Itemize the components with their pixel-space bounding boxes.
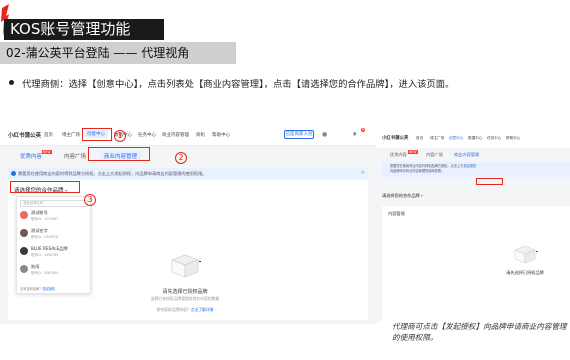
notice-banner: 需要您在使用商业内容时得到品牌方授权。点击上方发起授权，向品牌申请商业内容管理的… <box>8 168 368 179</box>
dropdown-footer-text: 没有找到品牌？ <box>20 287 43 291</box>
help-prefix: 如何获取品牌授权？ <box>156 307 191 312</box>
left-screenshot: 小红书蒲公英 首页 博主广场 创意中心 数据中心 任务中心 商业内容管理 商机 … <box>0 124 376 324</box>
top-nav-2: 小红书蒲公英 首页 博主广场 创意中心 数据中心 任务中心 帮助中心 <box>376 130 570 148</box>
nav-item-business-content[interactable]: 商业内容管理 <box>162 132 189 138</box>
tab-excellent-content[interactable]: 优秀内容 <box>20 152 42 160</box>
brand-dropdown: 搜索品牌名称 测试账号 账号ID：1234567 测试名字 账号ID：23456… <box>16 196 91 294</box>
chevron-down-icon: ▾ <box>419 194 423 198</box>
callout-3: 3 <box>84 194 96 206</box>
slide-subtitle: 02-蒲公英平台登陆 —— 代理视角 <box>0 42 236 64</box>
nav-item-home[interactable]: 首页 <box>416 136 423 141</box>
nav-logo[interactable]: 小红书蒲公英 <box>8 131 41 139</box>
avatar <box>20 247 28 255</box>
empty-state-title: 请先选择已授权品牌 <box>506 270 544 275</box>
empty-state-title: 请先选择已授权品牌 <box>162 289 208 295</box>
help-link[interactable]: 点击了解详情 <box>191 307 214 312</box>
nav-item-kol-square[interactable]: 博主广场 <box>62 132 80 138</box>
brand-option[interactable]: 秋雨 账号ID：4567890 <box>20 264 90 278</box>
nav-item-task-center[interactable]: 任务中心 <box>487 136 501 141</box>
slide-title: KOS账号管理功能 <box>4 19 164 40</box>
brand-select-label: 请选择您的合作品牌 <box>382 193 420 198</box>
nav-item-opportunity[interactable]: 商机 <box>196 132 205 138</box>
right-screenshot: 小红书蒲公英 首页 博主广场 创意中心 数据中心 任务中心 帮助中心 优秀内容 … <box>376 130 570 322</box>
bullet-text: 代理商侧：选择【创意中心】，点击列表处【商业内容管理】，点击【请选择您的合作品牌… <box>22 79 455 90</box>
avatar <box>20 229 28 237</box>
nav-item-kol-square[interactable]: 博主广场 <box>430 136 444 141</box>
brand-option[interactable]: 测试账号 账号ID：1234567 <box>20 210 90 224</box>
bullet-dot <box>9 80 14 85</box>
highlight-initiate-authorization <box>476 178 503 185</box>
notice-text-2: 向品牌申请商业内容管理的使用权限。 <box>390 169 445 173</box>
panel-title: 内容管理 <box>388 211 405 216</box>
avatar <box>20 211 28 219</box>
empty-state-desc: 选择已有授权品牌管理其商业内容的数据 <box>150 296 220 301</box>
brand-search-input[interactable]: 搜索品牌名称 <box>20 200 88 207</box>
notice-text: 需要您在使用商业内容时得到品牌方授权。点击上方发起授权，向品牌申请商业内容管理的… <box>18 171 207 176</box>
brand-select-2[interactable]: 请选择您的合作品牌 ▾ <box>382 193 423 199</box>
slide-caption: 代理商可点击【发起授权】向品牌申请商业内容管理的使用权限。 <box>392 322 567 342</box>
nav-item-task-center[interactable]: 任务中心 <box>138 132 156 138</box>
nav-item-help-center[interactable]: 帮助中心 <box>212 132 230 138</box>
nav-item-data-center[interactable]: 数据中心 <box>468 136 482 141</box>
initiate-authorization-link[interactable]: 发起授权 <box>42 287 55 291</box>
top-nav: 小红书蒲公英 首页 博主广场 创意中心 数据中心 任务中心 商业内容管理 商机 … <box>0 124 376 146</box>
new-badge: NEW <box>408 150 418 154</box>
tab-business-content-management[interactable]: 商业内容管理 <box>454 152 479 158</box>
close-icon[interactable]: × <box>361 168 365 179</box>
content-panel-2: 内容管理 <box>382 206 570 322</box>
tab-excellent-content[interactable]: 优秀内容 <box>390 152 407 158</box>
highlight-business-content-tab <box>88 147 150 161</box>
brand-option-sub: 账号ID：4567890 <box>31 271 59 275</box>
new-badge: NEW <box>42 150 52 154</box>
callout-2: 2 <box>175 152 187 164</box>
notice-banner-2: 需要您在使用商业内容时得到品牌方授权。点击上方发起授权 向品牌申请商业内容管理的… <box>382 162 570 177</box>
brand-option[interactable]: 测试名字 账号ID：2345678 <box>20 228 90 242</box>
avatar-icon[interactable]: ● <box>322 131 327 138</box>
tab-content-square[interactable]: 内容广场 <box>426 152 443 158</box>
notice-text-1: 需要您在使用商业内容时得到品牌方授权。点击上方 <box>390 164 464 168</box>
highlight-creative-center <box>82 128 112 141</box>
notification-badge: 9 <box>361 128 366 132</box>
bell-icon[interactable]: ♦ <box>352 131 357 138</box>
nav-item-home[interactable]: 首页 <box>44 132 53 138</box>
info-icon <box>11 171 16 176</box>
tab-bar: 优秀内容 NEW 内容广场 商业内容管理 <box>8 150 368 166</box>
merchant-entry-button[interactable]: 已是商家入驻 <box>284 130 314 139</box>
empty-state-help: 如何获取品牌授权？点击了解详情 <box>120 307 250 313</box>
callout-1: 1 <box>114 130 126 142</box>
dropdown-footer: 没有找到品牌？发起授权 <box>20 286 55 291</box>
nav-item-creative-center[interactable]: 创意中心 <box>449 136 463 141</box>
brand-option-sub: 账号ID：3456789 <box>31 253 59 257</box>
avatar <box>20 265 28 273</box>
empty-box-illustration <box>514 245 538 264</box>
brand-option[interactable]: BLUE RESALE品牌 账号ID：3456789 <box>20 246 90 260</box>
empty-box-illustration <box>171 254 201 278</box>
content-panel: 请选择您的合作品牌 ▾ 搜索品牌名称 测试账号 账号ID：1234567 测试名… <box>8 180 368 320</box>
initiate-authorization-link[interactable]: 发起授权 <box>463 164 476 168</box>
brand-option-sub: 账号ID：1234567 <box>31 217 59 221</box>
brand-option-sub: 账号ID：2345678 <box>31 235 59 239</box>
tab-content-square[interactable]: 内容广场 <box>64 152 86 160</box>
highlight-brand-select <box>10 181 80 193</box>
nav-logo[interactable]: 小红书蒲公英 <box>382 135 408 141</box>
nav-item-help-center[interactable]: 帮助中心 <box>506 136 520 141</box>
